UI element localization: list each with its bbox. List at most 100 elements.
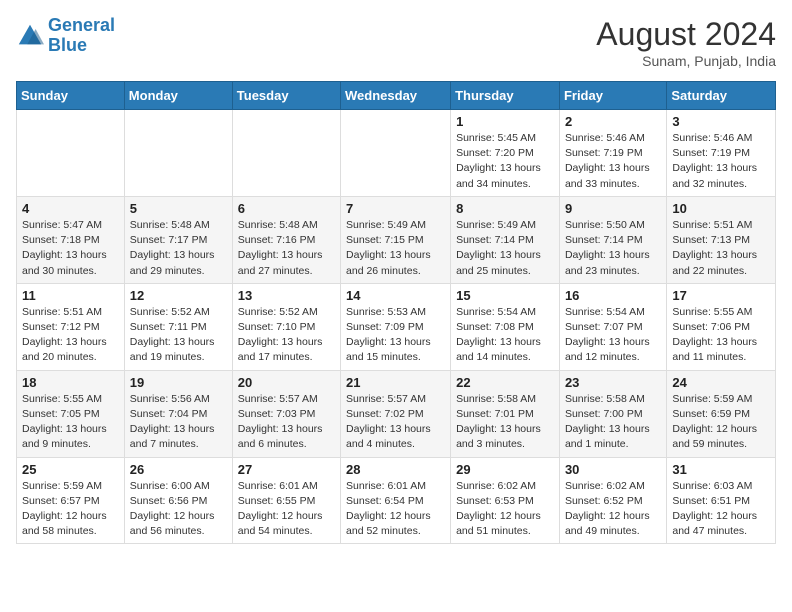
- day-header-saturday: Saturday: [667, 82, 776, 110]
- day-number: 12: [130, 288, 227, 303]
- calendar-week-row: 18Sunrise: 5:55 AMSunset: 7:05 PMDayligh…: [17, 370, 776, 457]
- calendar-cell: 18Sunrise: 5:55 AMSunset: 7:05 PMDayligh…: [17, 370, 125, 457]
- day-number: 2: [565, 114, 661, 129]
- day-info: Sunrise: 5:49 AMSunset: 7:14 PMDaylight:…: [456, 218, 554, 279]
- day-number: 14: [346, 288, 445, 303]
- calendar-cell: 2 Sunrise: 5:46 AMSunset: 7:19 PMDaylight…: [559, 110, 666, 197]
- day-number: 18: [22, 375, 119, 390]
- day-number: 26: [130, 462, 227, 477]
- day-info: Sunrise: 6:01 AMSunset: 6:55 PMDaylight:…: [238, 479, 335, 540]
- day-number: 25: [22, 462, 119, 477]
- day-info: Sunrise: 5:52 AMSunset: 7:10 PMDaylight:…: [238, 305, 335, 366]
- calendar-week-row: 4 Sunrise: 5:47 AMSunset: 7:18 PMDaylight…: [17, 196, 776, 283]
- day-info: Sunrise: 5:47 AMSunset: 7:18 PMDaylight:…: [22, 218, 119, 279]
- day-number: 29: [456, 462, 554, 477]
- calendar-table: SundayMondayTuesdayWednesdayThursdayFrid…: [16, 81, 776, 544]
- calendar-cell: 6 Sunrise: 5:48 AMSunset: 7:16 PMDaylight…: [232, 196, 340, 283]
- calendar-cell: 14Sunrise: 5:53 AMSunset: 7:09 PMDayligh…: [341, 283, 451, 370]
- title-block: August 2024 Sunam, Punjab, India: [596, 16, 776, 69]
- day-info: Sunrise: 5:52 AMSunset: 7:11 PMDaylight:…: [130, 305, 227, 366]
- calendar-cell: 15 Sunrise: 5:54 AMSunset: 7:08 PMDayligh…: [451, 283, 560, 370]
- day-header-tuesday: Tuesday: [232, 82, 340, 110]
- day-info: Sunrise: 5:54 AMSunset: 7:07 PMDaylight:…: [565, 305, 661, 366]
- day-number: 6: [238, 201, 335, 216]
- day-number: 5: [130, 201, 227, 216]
- calendar-cell: 13 Sunrise: 5:52 AMSunset: 7:10 PMDayligh…: [232, 283, 340, 370]
- calendar-cell: 9 Sunrise: 5:50 AMSunset: 7:14 PMDaylight…: [559, 196, 666, 283]
- day-number: 17: [672, 288, 770, 303]
- day-info: Sunrise: 6:03 AMSunset: 6:51 PMDaylight:…: [672, 479, 770, 540]
- day-info: Sunrise: 5:56 AMSunset: 7:04 PMDaylight:…: [130, 392, 227, 453]
- calendar-week-row: 11 Sunrise: 5:51 AMSunset: 7:12 PMDayligh…: [17, 283, 776, 370]
- calendar-header-row: SundayMondayTuesdayWednesdayThursdayFrid…: [17, 82, 776, 110]
- calendar-cell: 7Sunrise: 5:49 AMSunset: 7:15 PMDaylight…: [341, 196, 451, 283]
- day-info: Sunrise: 5:48 AMSunset: 7:16 PMDaylight:…: [238, 218, 335, 279]
- calendar-week-row: 1 Sunrise: 5:45 AMSunset: 7:20 PMDaylight…: [17, 110, 776, 197]
- calendar-cell: 21Sunrise: 5:57 AMSunset: 7:02 PMDayligh…: [341, 370, 451, 457]
- day-number: 15: [456, 288, 554, 303]
- logo-general: General: [48, 15, 115, 35]
- day-info: Sunrise: 5:58 AMSunset: 7:01 PMDaylight:…: [456, 392, 554, 453]
- calendar-cell: 30 Sunrise: 6:02 AMSunset: 6:52 PMDayligh…: [559, 457, 666, 544]
- calendar-cell: 16 Sunrise: 5:54 AMSunset: 7:07 PMDayligh…: [559, 283, 666, 370]
- day-info: Sunrise: 5:50 AMSunset: 7:14 PMDaylight:…: [565, 218, 661, 279]
- day-number: 9: [565, 201, 661, 216]
- day-info: Sunrise: 5:48 AMSunset: 7:17 PMDaylight:…: [130, 218, 227, 279]
- logo-icon: [16, 22, 44, 50]
- day-info: Sunrise: 5:51 AMSunset: 7:12 PMDaylight:…: [22, 305, 119, 366]
- day-number: 7: [346, 201, 445, 216]
- day-number: 13: [238, 288, 335, 303]
- day-info: Sunrise: 5:46 AMSunset: 7:19 PMDaylight:…: [565, 131, 661, 192]
- day-number: 10: [672, 201, 770, 216]
- day-number: 19: [130, 375, 227, 390]
- calendar-cell: 23 Sunrise: 5:58 AMSunset: 7:00 PMDayligh…: [559, 370, 666, 457]
- day-number: 28: [346, 462, 445, 477]
- day-number: 27: [238, 462, 335, 477]
- calendar-cell: 4 Sunrise: 5:47 AMSunset: 7:18 PMDaylight…: [17, 196, 125, 283]
- day-info: Sunrise: 5:57 AMSunset: 7:02 PMDaylight:…: [346, 392, 445, 453]
- day-info: Sunrise: 5:55 AMSunset: 7:06 PMDaylight:…: [672, 305, 770, 366]
- day-info: Sunrise: 6:01 AMSunset: 6:54 PMDaylight:…: [346, 479, 445, 540]
- calendar-cell: 29Sunrise: 6:02 AMSunset: 6:53 PMDayligh…: [451, 457, 560, 544]
- calendar-cell: 31Sunrise: 6:03 AMSunset: 6:51 PMDayligh…: [667, 457, 776, 544]
- calendar-cell: 10 Sunrise: 5:51 AMSunset: 7:13 PMDayligh…: [667, 196, 776, 283]
- day-info: Sunrise: 6:02 AMSunset: 6:52 PMDaylight:…: [565, 479, 661, 540]
- day-number: 3: [672, 114, 770, 129]
- day-header-friday: Friday: [559, 82, 666, 110]
- day-number: 4: [22, 201, 119, 216]
- day-info: Sunrise: 5:51 AMSunset: 7:13 PMDaylight:…: [672, 218, 770, 279]
- day-info: Sunrise: 5:59 AMSunset: 6:59 PMDaylight:…: [672, 392, 770, 453]
- calendar-week-row: 25 Sunrise: 5:59 AMSunset: 6:57 PMDayligh…: [17, 457, 776, 544]
- calendar-cell: [17, 110, 125, 197]
- calendar-cell: [124, 110, 232, 197]
- month-year-title: August 2024: [596, 16, 776, 53]
- day-number: 22: [456, 375, 554, 390]
- day-header-wednesday: Wednesday: [341, 82, 451, 110]
- calendar-cell: 12 Sunrise: 5:52 AMSunset: 7:11 PMDayligh…: [124, 283, 232, 370]
- location-subtitle: Sunam, Punjab, India: [596, 53, 776, 69]
- calendar-cell: [341, 110, 451, 197]
- day-info: Sunrise: 5:45 AMSunset: 7:20 PMDaylight:…: [456, 131, 554, 192]
- calendar-cell: 5 Sunrise: 5:48 AMSunset: 7:17 PMDaylight…: [124, 196, 232, 283]
- day-number: 16: [565, 288, 661, 303]
- day-number: 8: [456, 201, 554, 216]
- calendar-cell: 25 Sunrise: 5:59 AMSunset: 6:57 PMDayligh…: [17, 457, 125, 544]
- day-info: Sunrise: 5:58 AMSunset: 7:00 PMDaylight:…: [565, 392, 661, 453]
- day-number: 11: [22, 288, 119, 303]
- logo-text: General Blue: [48, 16, 115, 56]
- day-number: 30: [565, 462, 661, 477]
- day-info: Sunrise: 5:59 AMSunset: 6:57 PMDaylight:…: [22, 479, 119, 540]
- day-header-sunday: Sunday: [17, 82, 125, 110]
- day-number: 24: [672, 375, 770, 390]
- calendar-cell: 17 Sunrise: 5:55 AMSunset: 7:06 PMDayligh…: [667, 283, 776, 370]
- day-info: Sunrise: 5:54 AMSunset: 7:08 PMDaylight:…: [456, 305, 554, 366]
- day-info: Sunrise: 6:00 AMSunset: 6:56 PMDaylight:…: [130, 479, 227, 540]
- logo: General Blue: [16, 16, 115, 56]
- day-info: Sunrise: 5:57 AMSunset: 7:03 PMDaylight:…: [238, 392, 335, 453]
- logo-blue: Blue: [48, 35, 87, 55]
- day-number: 23: [565, 375, 661, 390]
- day-number: 1: [456, 114, 554, 129]
- calendar-cell: 28 Sunrise: 6:01 AMSunset: 6:54 PMDayligh…: [341, 457, 451, 544]
- calendar-cell: 27 Sunrise: 6:01 AMSunset: 6:55 PMDayligh…: [232, 457, 340, 544]
- page-header: General Blue August 2024 Sunam, Punjab, …: [16, 16, 776, 69]
